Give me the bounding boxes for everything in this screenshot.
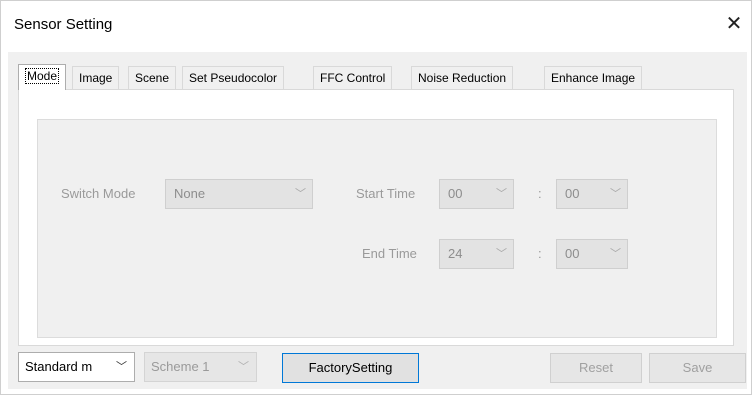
standard-mode-value: Standard m [25, 359, 93, 374]
chevron-down-icon: ﹀ [610, 188, 621, 200]
title-bar: Sensor Setting ✕ [1, 1, 751, 49]
end-hour-value: 24 [448, 246, 463, 261]
scheme-select[interactable]: Scheme 1 ﹀ [144, 352, 257, 382]
start-hour-select[interactable]: 00 ﹀ [439, 179, 514, 209]
tab-set-pseudocolor[interactable]: Set Pseudocolor [182, 66, 285, 89]
tab-scene[interactable]: Scene [128, 66, 177, 89]
chevron-down-icon: ﹀ [238, 361, 249, 373]
sensor-setting-window: Sensor Setting ✕ Mode Image Scene Set Ps… [0, 0, 752, 395]
switch-mode-select[interactable]: None ﹀ [165, 179, 313, 209]
tab-image[interactable]: Image [72, 66, 120, 89]
window-title: Sensor Setting [14, 16, 113, 33]
tab-enhance-image[interactable]: Enhance Image [544, 66, 643, 89]
chevron-down-icon: ﹀ [116, 361, 127, 373]
end-hour-select[interactable]: 24 ﹀ [439, 239, 514, 269]
start-time-label: Start Time [356, 186, 416, 201]
chevron-down-icon: ﹀ [496, 188, 507, 200]
mode-tab-panel: Switch Mode None ﹀ Start Time 00 ﹀ : 00 … [18, 89, 734, 346]
tab-mode[interactable]: Mode [18, 64, 67, 90]
reset-button[interactable]: Reset [550, 353, 642, 383]
start-minute-select[interactable]: 00 ﹀ [556, 179, 628, 209]
standard-mode-select[interactable]: Standard m ﹀ [18, 352, 135, 382]
end-minute-value: 00 [565, 246, 580, 261]
factory-setting-button[interactable]: FactorySetting [282, 353, 419, 383]
chevron-down-icon: ﹀ [295, 188, 306, 200]
switch-mode-label: Switch Mode [61, 186, 136, 201]
close-icon[interactable]: ✕ [721, 11, 747, 37]
end-time-label: End Time [362, 246, 417, 261]
chevron-down-icon: ﹀ [496, 248, 507, 260]
start-time-separator: : [538, 186, 542, 201]
dialog-client-area: Mode Image Scene Set Pseudocolor FFC Con… [8, 52, 747, 389]
save-button[interactable]: Save [649, 353, 746, 383]
end-minute-select[interactable]: 00 ﹀ [556, 239, 628, 269]
switch-mode-value: None [174, 186, 206, 201]
start-hour-value: 00 [448, 186, 463, 201]
end-time-separator: : [538, 246, 542, 261]
chevron-down-icon: ﹀ [610, 248, 621, 260]
tab-noise-reduction[interactable]: Noise Reduction [411, 66, 514, 89]
mode-settings-group: Switch Mode None ﹀ Start Time 00 ﹀ : 00 … [37, 119, 717, 338]
start-minute-value: 00 [565, 186, 580, 201]
scheme-value: Scheme 1 [151, 359, 210, 374]
tab-ffc-control[interactable]: FFC Control [313, 66, 393, 89]
